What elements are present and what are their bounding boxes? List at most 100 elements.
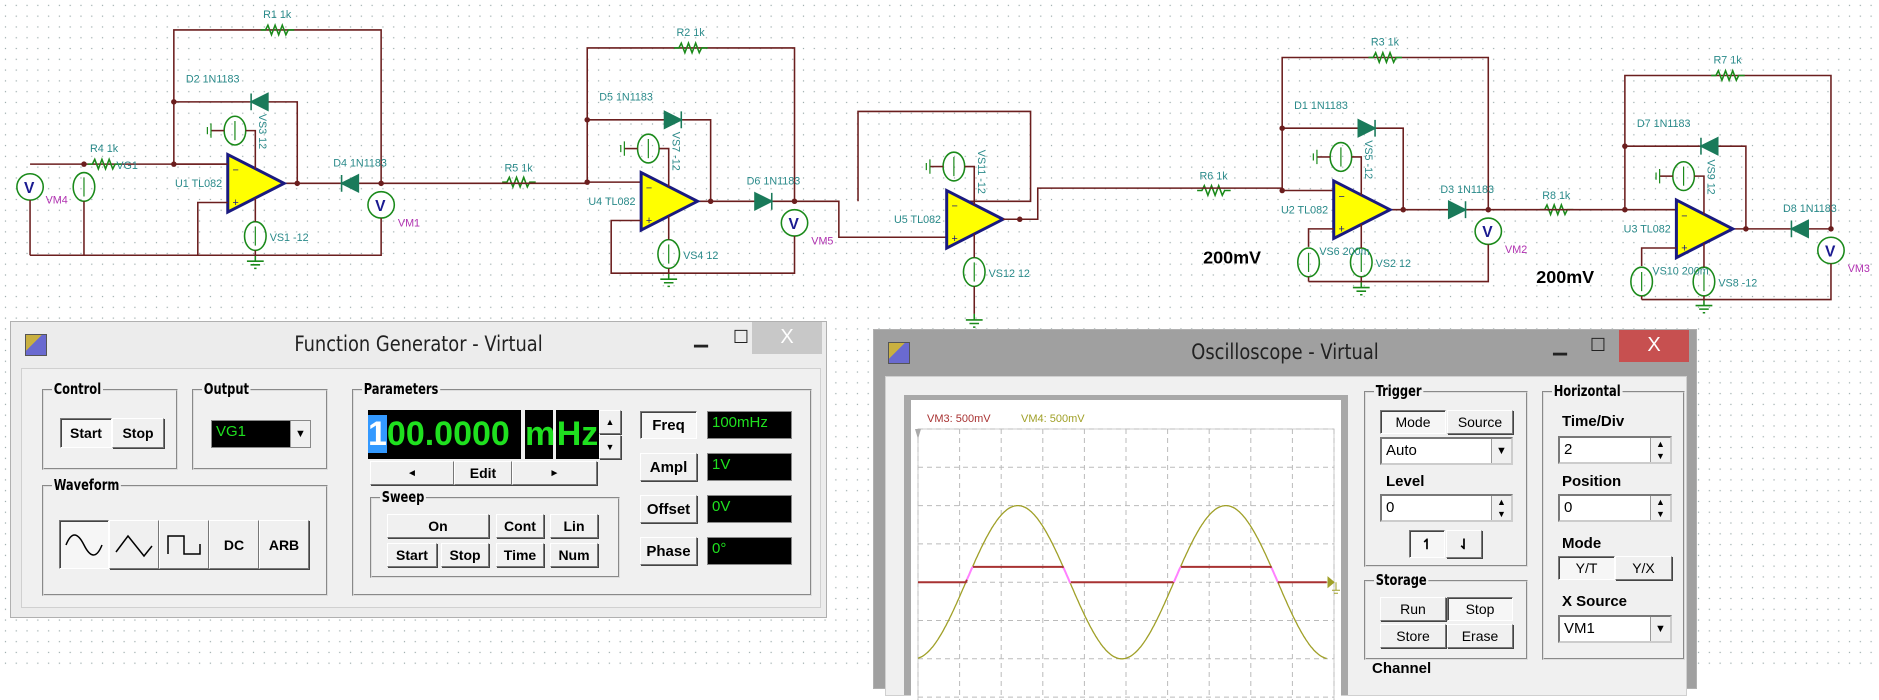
trigger-marker-icon	[915, 429, 921, 439]
trigger-label: Trigger	[1374, 382, 1424, 400]
voltmeter-icon: V	[789, 216, 800, 233]
control-label: Control	[52, 380, 103, 398]
sweep-lin-button[interactable]: Lin	[550, 514, 598, 538]
time-div-input[interactable]: 2 ▲ ▼	[1558, 436, 1672, 464]
triangle-wave-button[interactable]	[109, 520, 159, 569]
spin-up-icon[interactable]: ▲	[599, 410, 621, 434]
minus-sign: −	[233, 165, 239, 177]
arb-button[interactable]: ARB	[259, 520, 309, 569]
erase-button[interactable]: Erase	[1447, 624, 1513, 648]
time-div-value: 2	[1564, 441, 1573, 458]
level-spinner[interactable]: ▲ ▼	[1491, 496, 1511, 520]
scope-screen-frame: VM3: 500mV VM4: 500mV	[904, 395, 1348, 700]
supply-label: VS11 -12	[975, 150, 987, 194]
time-div-label: Time/Div	[1562, 413, 1625, 430]
title-bar[interactable]: Function Generator - Virtual ▁ ☐ X	[11, 322, 826, 368]
window-title: Oscilloscope - Virtual	[1191, 340, 1379, 364]
sweep-start-button[interactable]: Start	[387, 543, 437, 567]
yx-mode-button[interactable]: Y/X	[1615, 556, 1672, 580]
junction-dot	[1828, 226, 1834, 232]
meter-label: VM1	[398, 217, 420, 229]
close-button[interactable]: X	[752, 322, 822, 354]
offset-button[interactable]: Offset	[640, 495, 697, 523]
cursor-left-button[interactable]: ◄	[370, 461, 454, 485]
sweep-on-button[interactable]: On	[387, 514, 489, 538]
app-icon	[888, 342, 910, 364]
vm3-trace	[973, 565, 1065, 569]
resistor-label: R7 1k	[1714, 55, 1743, 67]
output-select[interactable]: VG1 ▼	[211, 420, 311, 448]
run-button[interactable]: Run	[1380, 597, 1446, 621]
supply-label: VS12 12	[989, 268, 1030, 280]
dc-button[interactable]: DC	[209, 520, 259, 569]
x-source-select[interactable]: VM1 ▼	[1558, 615, 1672, 643]
falling-edge-button[interactable]: ⇃	[1446, 530, 1482, 558]
stop-button[interactable]: Stop	[1447, 597, 1513, 621]
position-input[interactable]: 0 ▲ ▼	[1558, 494, 1672, 522]
prefix-display[interactable]: m	[525, 410, 555, 459]
title-bar[interactable]: Oscilloscope - Virtual ▁ ☐ X	[874, 330, 1696, 376]
sweep-stop-button[interactable]: Stop	[441, 543, 489, 567]
trigger-level-input[interactable]: 0 ▲ ▼	[1380, 494, 1513, 522]
spin-down-icon[interactable]: ▼	[599, 435, 621, 459]
plus-sign: +	[1681, 243, 1687, 255]
chevron-down-icon[interactable]: ▼	[1650, 617, 1670, 641]
scope-plot[interactable]	[911, 400, 1341, 700]
freq-value[interactable]: 100mHz	[707, 411, 792, 439]
time-div-spinner[interactable]: ▲ ▼	[1650, 438, 1670, 462]
square-wave-icon	[167, 534, 201, 555]
chevron-down-icon[interactable]: ▼	[290, 421, 310, 447]
edit-button[interactable]: Edit	[454, 461, 512, 485]
sine-wave-button[interactable]	[59, 520, 109, 569]
storage-label: Storage	[1374, 571, 1429, 589]
plus-sign: +	[233, 197, 239, 209]
cursor-right-button[interactable]: ►	[512, 461, 597, 485]
junction-dot	[1622, 143, 1628, 149]
sweep-time-button[interactable]: Time	[496, 543, 544, 567]
minimize-button[interactable]: ▁	[1540, 330, 1580, 362]
yt-mode-button[interactable]: Y/T	[1558, 556, 1615, 580]
phase-button[interactable]: Phase	[640, 537, 697, 565]
ampl-button[interactable]: Ampl	[640, 453, 697, 481]
horizontal-label: Horizontal	[1552, 382, 1623, 400]
vm3-trace	[1181, 565, 1273, 569]
square-wave-button[interactable]	[159, 520, 209, 569]
sweep-cont-button[interactable]: Cont	[496, 514, 544, 538]
supply-label: VS6 200m	[1319, 246, 1369, 258]
supply-label: VS10 200m	[1652, 265, 1708, 277]
ampl-value[interactable]: 1V	[707, 453, 792, 481]
parameters-group: Parameters 100.0000 m Hz ▲ ▼ ◄ Edit ► Sw…	[352, 380, 812, 596]
scope-panel: VM3: 500mV VM4: 500mV Trigger Mode Sourc…	[885, 376, 1687, 700]
junction-dot	[294, 180, 301, 187]
unit-display[interactable]: Hz	[556, 410, 599, 459]
trigger-mode-select[interactable]: Auto ▼	[1380, 437, 1513, 465]
chevron-down-icon[interactable]: ▼	[1491, 439, 1511, 463]
maximize-button[interactable]: ☐	[1578, 330, 1618, 362]
cursor-digit: 1	[368, 415, 387, 453]
trigger-source-button[interactable]: Source	[1447, 410, 1513, 434]
sweep-num-button[interactable]: Num	[550, 543, 598, 567]
diode-label: D8 1N1183	[1783, 203, 1837, 215]
store-button[interactable]: Store	[1380, 624, 1446, 648]
value-digits: 00.0000	[386, 415, 510, 453]
supply-label: VS8 -12	[1718, 277, 1757, 289]
minimize-button[interactable]: ▁	[681, 322, 721, 354]
freq-button[interactable]: Freq	[640, 411, 697, 439]
phase-value[interactable]: 0°	[707, 537, 792, 565]
meter-label: VM5	[811, 235, 833, 247]
frequency-value-display[interactable]: 100.0000	[368, 410, 521, 459]
start-button[interactable]: Start	[60, 418, 112, 448]
resistor-label: R5 1k	[505, 162, 534, 174]
x-source-label: X Source	[1562, 593, 1628, 610]
trigger-mode-button[interactable]: Mode	[1380, 410, 1446, 434]
close-button[interactable]: X	[1619, 330, 1689, 362]
generator-label: VG1	[116, 160, 138, 172]
junction-dot	[1279, 125, 1285, 131]
plus-sign: +	[646, 215, 652, 227]
offset-value[interactable]: 0V	[707, 495, 792, 523]
position-spinner[interactable]: ▲ ▼	[1650, 496, 1670, 520]
rising-edge-button[interactable]: ↿	[1409, 530, 1445, 558]
fg-panel: Control Start Stop Output VG1 ▼ Waveform …	[21, 368, 821, 608]
supply-label: VS9 12	[1705, 159, 1717, 194]
stop-button[interactable]: Stop	[112, 418, 164, 448]
